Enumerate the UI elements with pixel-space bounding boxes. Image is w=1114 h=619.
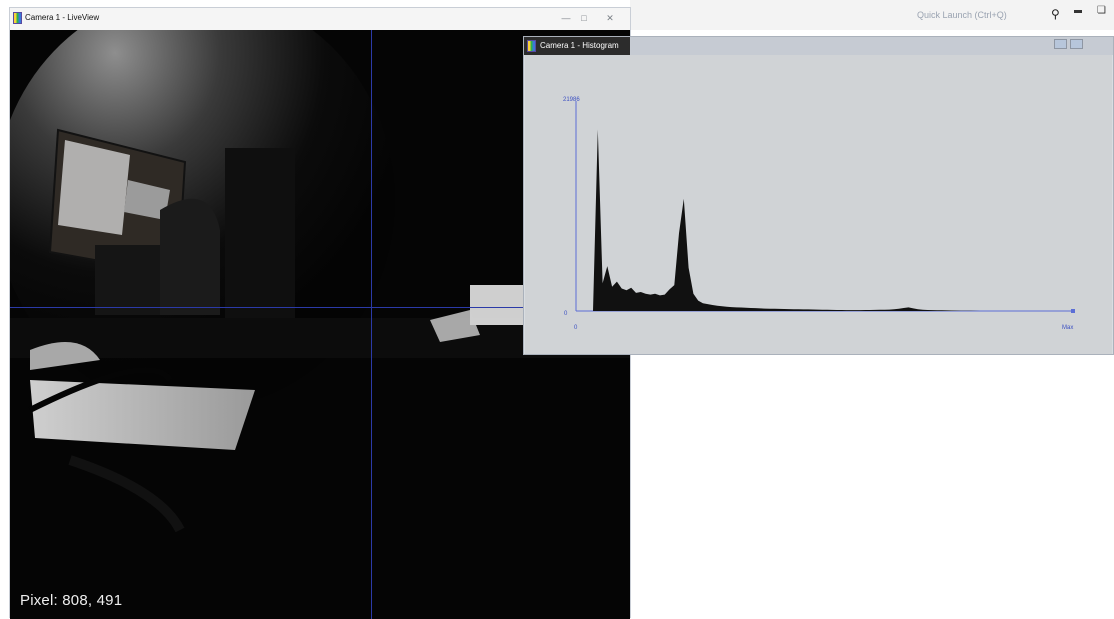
liveview-title: Camera 1 - LiveView — [25, 13, 100, 22]
histogram-title: Camera 1 - Histogram — [540, 41, 619, 50]
liveview-titlebar[interactable]: Camera 1 - LiveView — □ ✕ — [10, 8, 630, 30]
liveview-maximize-button[interactable]: □ — [576, 11, 592, 25]
minimize-icon[interactable] — [1074, 10, 1082, 13]
quick-launch-box[interactable]: Quick Launch (Ctrl+Q) — [917, 10, 1007, 20]
pixel-coordinate-readout: Pixel: 808, 491 — [20, 592, 123, 609]
camera-app-icon — [527, 40, 536, 52]
histogram-titlebar[interactable]: Camera 1 - Histogram — [524, 37, 1113, 55]
camera-app-icon — [13, 12, 22, 24]
liveview-minimize-button[interactable]: — — [558, 11, 574, 25]
histogram-minimize-button[interactable] — [1054, 39, 1067, 49]
liveview-close-button[interactable]: ✕ — [600, 11, 620, 25]
histogram-area — [593, 129, 1071, 311]
y-max-label: 21986 — [563, 97, 580, 103]
histogram-plot-area[interactable]: 21986 0 0 Max — [525, 55, 1112, 354]
x-axis-end-marker — [1071, 309, 1075, 313]
x-max-label: Max — [1062, 325, 1073, 331]
crosshair-vertical — [371, 30, 372, 619]
histogram-chart: 21986 0 0 Max — [563, 97, 1075, 331]
histogram-window[interactable]: Camera 1 - Histogram 21986 0 0 Max — [523, 36, 1114, 355]
x-min-label: 0 — [574, 325, 578, 331]
search-icon[interactable]: ⚲ — [1051, 7, 1065, 21]
histogram-maximize-button[interactable] — [1070, 39, 1083, 49]
restore-icon[interactable]: ❏ — [1097, 6, 1107, 16]
background-app-toolbar — [630, 0, 1114, 30]
y-min-label: 0 — [564, 311, 568, 317]
histogram-title-tab[interactable]: Camera 1 - Histogram — [524, 37, 630, 55]
